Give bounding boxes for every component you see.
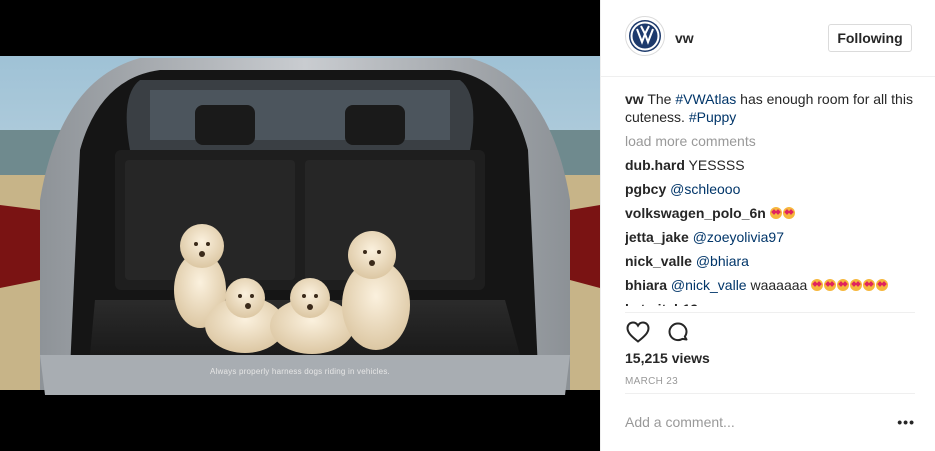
comment-text: YESSSS <box>684 157 745 173</box>
comment-item: katmitch19 <box>625 300 915 306</box>
comment-mention[interactable]: @schleooo <box>670 181 740 197</box>
post-date[interactable]: MARCH 23 <box>625 376 678 387</box>
comment-username[interactable]: bhiara <box>625 277 667 293</box>
heart-eyes-emoji-icon <box>850 279 863 291</box>
heart-eyes-emoji-icon <box>811 279 824 291</box>
comments-list[interactable]: vw The #VWAtlas has enough room for all … <box>625 90 915 306</box>
comment-mention[interactable]: @zoeyolivia97 <box>693 229 784 245</box>
comment-username[interactable]: katmitch19 <box>625 301 698 306</box>
more-options-button[interactable]: ••• <box>897 414 915 430</box>
comment-item: bhiara @nick_valle waaaaaa <box>625 276 915 294</box>
header-username[interactable]: vw <box>675 30 694 46</box>
heart-icon <box>626 321 650 343</box>
comment-item: volkswagen_polo_6n <box>625 204 915 222</box>
hashtag-puppy[interactable]: #Puppy <box>689 109 736 125</box>
post-caption: vw The #VWAtlas has enough room for all … <box>625 90 915 126</box>
following-button[interactable]: Following <box>828 24 912 52</box>
heart-eyes-emoji-icon <box>769 207 782 219</box>
post-actions: 15,215 views MARCH 23 <box>625 312 915 406</box>
vw-logo-icon <box>629 20 661 52</box>
comment-item: pgbcy @schleooo <box>625 180 915 198</box>
comment-text: waaaaaa <box>746 277 812 293</box>
comment-item: jetta_jake @zoeyolivia97 <box>625 228 915 246</box>
post-video[interactable]: Always properly harness dogs riding in v… <box>0 0 600 451</box>
add-comment-input[interactable] <box>625 412 875 432</box>
comment-username[interactable]: jetta_jake <box>625 229 689 245</box>
comment-username[interactable]: pgbcy <box>625 181 666 197</box>
like-button[interactable] <box>625 319 651 345</box>
comment-item: dub.hard YESSSS <box>625 156 915 174</box>
caption-username[interactable]: vw <box>625 91 644 107</box>
heart-eyes-emoji-icon <box>876 279 889 291</box>
comment-mention[interactable]: @bhiara <box>696 253 749 269</box>
add-comment-section: ••• <box>625 393 915 451</box>
hashtag-vwatlas[interactable]: #VWAtlas <box>675 91 736 107</box>
caption-text-1: The <box>643 91 676 107</box>
load-more-comments-link[interactable]: load more comments <box>625 132 915 150</box>
comment-mention[interactable]: @nick_valle <box>671 277 747 293</box>
comment-username[interactable]: volkswagen_polo_6n <box>625 205 766 221</box>
comment-bubble-icon <box>668 322 688 342</box>
heart-eyes-emoji-icon <box>837 279 850 291</box>
post-modal: Always properly harness dogs riding in v… <box>0 0 935 451</box>
comment-item: nick_valle @bhiara <box>625 252 915 270</box>
post-side-panel: vw Following vw The #VWAtlas has enough … <box>600 0 935 451</box>
cargo-puppies-image <box>0 0 600 451</box>
view-count[interactable]: 15,215 views <box>625 350 710 366</box>
comment-button[interactable] <box>665 319 691 345</box>
heart-eyes-emoji-icon <box>863 279 876 291</box>
post-header: vw Following <box>601 0 935 77</box>
video-overlay-caption: Always properly harness dogs riding in v… <box>210 367 390 376</box>
heart-eyes-emoji-icon <box>782 207 795 219</box>
comment-username[interactable]: nick_valle <box>625 253 692 269</box>
avatar[interactable] <box>625 16 665 56</box>
comment-username[interactable]: dub.hard <box>625 157 685 173</box>
heart-eyes-emoji-icon <box>824 279 837 291</box>
